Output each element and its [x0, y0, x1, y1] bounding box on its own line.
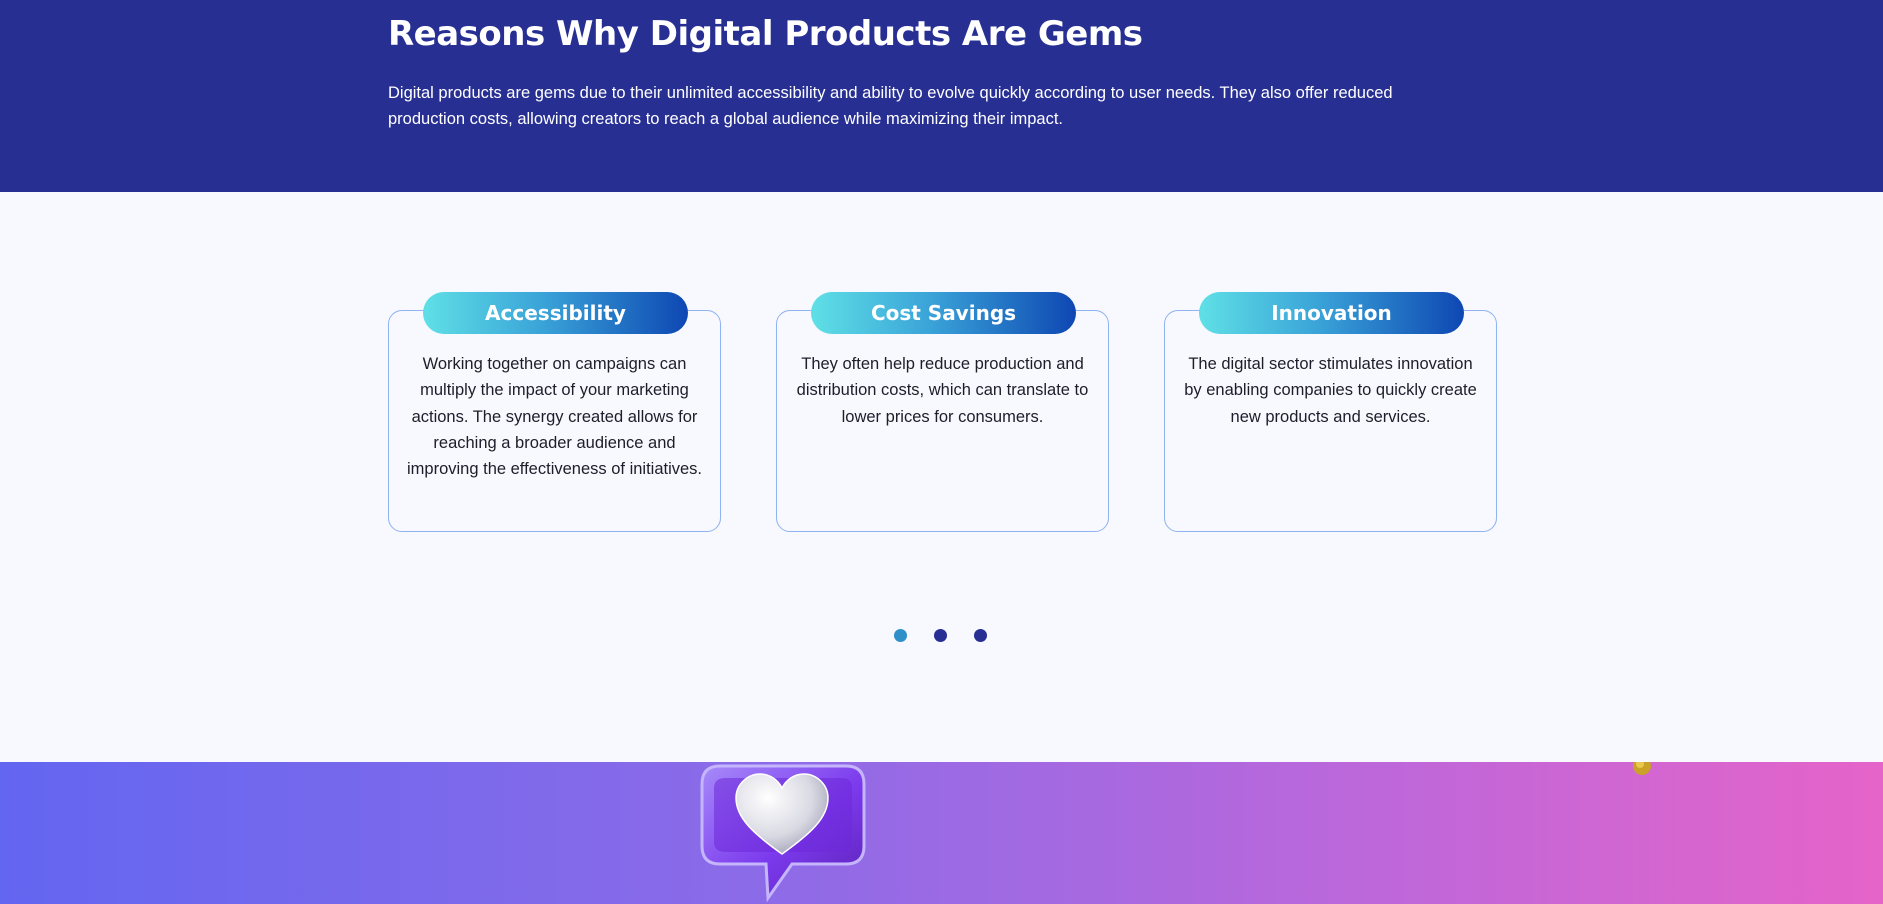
reasons-cards-section: Accessibility Working together on campai… — [0, 192, 1883, 762]
carousel-dot-1[interactable] — [894, 629, 907, 642]
card-title-pill: Cost Savings — [811, 292, 1076, 334]
card-text: Working together on campaigns can multip… — [407, 355, 703, 479]
card-text: They often help reduce production and di… — [796, 355, 1089, 426]
carousel-dot-2[interactable] — [934, 629, 947, 642]
reason-card-cost-savings: Cost Savings They often help reduce prod… — [776, 292, 1109, 532]
carousel-pagination — [894, 629, 987, 643]
card-title-pill: Accessibility — [423, 292, 688, 334]
section-title: Reasons Why Digital Products Are Gems — [388, 14, 1143, 54]
carousel-dot-3[interactable] — [974, 629, 987, 642]
gradient-band — [0, 762, 1883, 904]
section-description: Digital products are gems due to their u… — [388, 84, 1393, 128]
card-text: The digital sector stimulates innovation… — [1184, 355, 1477, 426]
card-title-pill: Innovation — [1199, 292, 1464, 334]
coin-icon — [1633, 762, 1651, 775]
hero-section: Reasons Why Digital Products Are Gems Di… — [0, 0, 1883, 192]
reason-card-accessibility: Accessibility Working together on campai… — [388, 292, 721, 532]
reason-card-innovation: Innovation The digital sector stimulates… — [1164, 292, 1497, 532]
heart-speech-bubble-icon — [700, 764, 866, 903]
